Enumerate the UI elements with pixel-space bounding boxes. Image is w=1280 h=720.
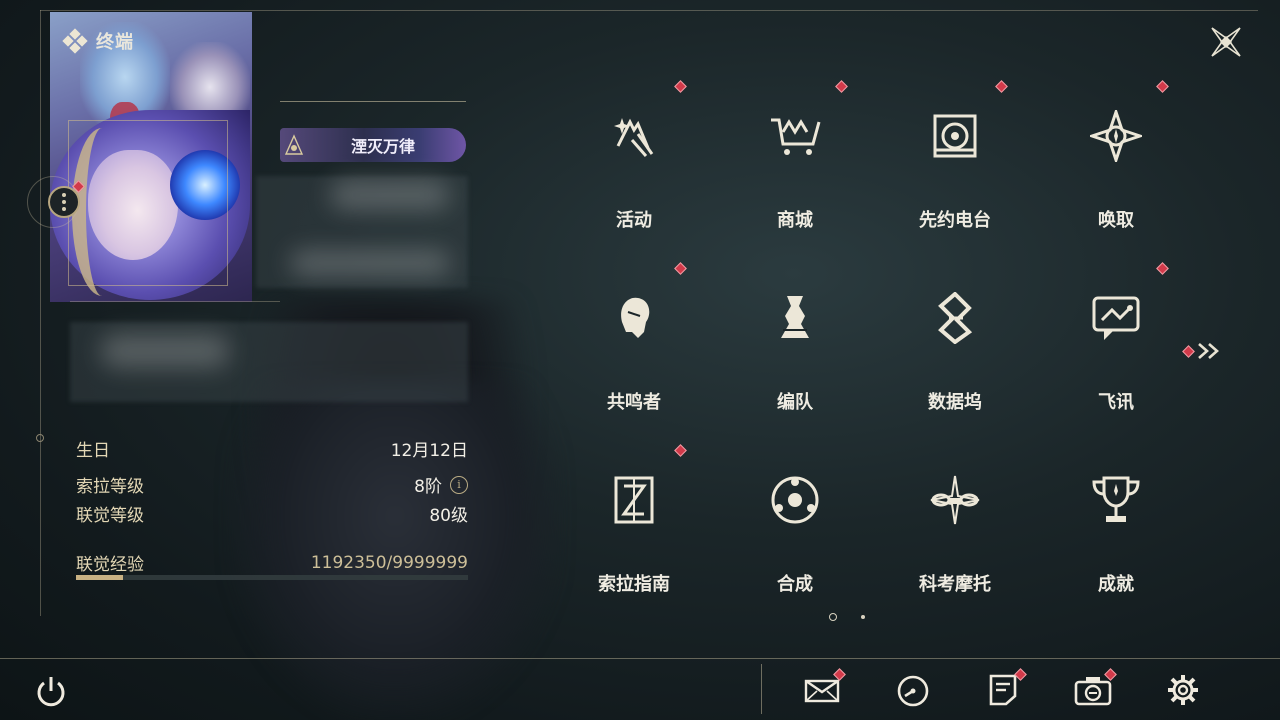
menu-item-events[interactable]: 活动 bbox=[564, 80, 704, 260]
menu-item-team-chess[interactable]: 编队 bbox=[725, 292, 865, 442]
history-button[interactable] bbox=[894, 672, 932, 708]
birthday-value: 12月12日 bbox=[390, 441, 468, 461]
mail-button[interactable] bbox=[803, 668, 846, 708]
page-indicator-1[interactable] bbox=[829, 613, 837, 621]
redacted-signature-blur bbox=[100, 334, 230, 368]
union-level-value: 80级 bbox=[429, 506, 468, 526]
menu-item-label: 索拉指南 bbox=[598, 574, 670, 595]
menu-item-trophy[interactable]: 成就 bbox=[1046, 474, 1186, 624]
menu-item-label: 商城 bbox=[777, 210, 813, 231]
motorcycle-icon bbox=[929, 474, 981, 526]
menu-item-badge bbox=[995, 80, 1008, 93]
union-exp-progress-fill bbox=[76, 575, 123, 580]
sora-level-value: 8阶 bbox=[414, 477, 442, 497]
menu-item-resonator[interactable]: 共鸣者 bbox=[564, 262, 704, 442]
menu-item-guidebook[interactable]: 索拉指南 bbox=[564, 444, 704, 624]
menu-item-badge bbox=[1156, 262, 1169, 275]
stat-birthday: 生日 12月12日 bbox=[76, 436, 468, 461]
menu-item-convene[interactable]: 唤取 bbox=[1046, 80, 1186, 260]
power-button[interactable] bbox=[34, 674, 68, 710]
union-level-label: 联觉等级 bbox=[76, 506, 144, 526]
menu-item-synthesis[interactable]: 合成 bbox=[725, 474, 865, 624]
menu-item-label: 科考摩托 bbox=[919, 574, 991, 595]
bottom-divider bbox=[761, 664, 762, 714]
menu-item-label: 数据坞 bbox=[928, 392, 982, 413]
next-page-button[interactable] bbox=[1182, 340, 1224, 362]
menu-item-badge bbox=[1156, 80, 1169, 93]
settings-button[interactable] bbox=[1164, 672, 1202, 708]
menu-item-label: 活动 bbox=[616, 210, 652, 231]
title-divider bbox=[280, 101, 466, 102]
menu-item-label: 合成 bbox=[777, 574, 813, 595]
team-chess-icon bbox=[769, 292, 821, 344]
menu-item-badge bbox=[674, 444, 687, 457]
close-icon bbox=[1211, 27, 1241, 57]
data-bank-icon bbox=[929, 291, 981, 345]
events-icon bbox=[608, 110, 660, 162]
menu-item-label: 先约电台 bbox=[919, 210, 991, 231]
union-exp-value: 1192350/9999999 bbox=[310, 552, 468, 573]
menu-item-badge bbox=[835, 80, 848, 93]
convene-icon bbox=[1087, 107, 1145, 165]
menu-item-badge bbox=[674, 80, 687, 93]
terminal-header: 终端 bbox=[62, 28, 134, 54]
power-icon bbox=[37, 677, 65, 707]
synthesis-icon bbox=[769, 474, 821, 526]
avatar-frame bbox=[68, 120, 228, 286]
title-badge[interactable]: 湮灭万律 bbox=[280, 128, 466, 162]
menu-item-motorcycle[interactable]: 科考摩托 bbox=[885, 474, 1025, 624]
menu-item-message[interactable]: 飞讯 bbox=[1046, 262, 1186, 442]
menu-item-label: 共鸣者 bbox=[607, 392, 661, 413]
birthday-label: 生日 bbox=[76, 441, 110, 461]
menu-item-label: 唤取 bbox=[1098, 210, 1134, 231]
stats-side-ornament bbox=[36, 434, 44, 442]
page-title: 终端 bbox=[96, 32, 134, 53]
info-icon[interactable]: i bbox=[450, 475, 468, 494]
next-page-badge bbox=[1182, 344, 1195, 358]
profile-more-button[interactable] bbox=[48, 186, 80, 218]
menu-item-badge bbox=[674, 262, 687, 275]
union-exp-label: 联觉经验 bbox=[76, 555, 144, 575]
stat-union-exp: 联觉经验 1192350/9999999 bbox=[76, 550, 468, 576]
camera-button[interactable] bbox=[1074, 668, 1117, 708]
menu-item-radio[interactable]: 先约电台 bbox=[885, 80, 1025, 260]
message-icon bbox=[1090, 292, 1142, 344]
frame-line-left bbox=[40, 10, 41, 616]
menu-item-label: 飞讯 bbox=[1098, 392, 1134, 413]
stat-sora-level: 索拉等级 8阶 i bbox=[76, 472, 468, 497]
guidebook-icon bbox=[608, 474, 660, 526]
sora-level-value-wrap: 8阶 i bbox=[414, 472, 468, 497]
menu-item-label: 成就 bbox=[1098, 574, 1134, 595]
page-indicator-2[interactable] bbox=[861, 615, 865, 619]
radio-icon bbox=[929, 110, 981, 162]
close-button[interactable] bbox=[1206, 22, 1246, 62]
menu-item-shop-cart[interactable]: 商城 bbox=[725, 80, 865, 260]
resonator-icon bbox=[608, 292, 660, 344]
frame-line-top bbox=[40, 10, 1258, 11]
sora-level-label: 索拉等级 bbox=[76, 477, 144, 497]
notice-button[interactable] bbox=[984, 668, 1027, 708]
shop-cart-icon bbox=[769, 110, 821, 162]
union-exp-progress-bar bbox=[76, 575, 468, 580]
settings-gear-icon bbox=[1168, 675, 1198, 705]
profile-separator bbox=[70, 301, 280, 302]
trophy-icon bbox=[1090, 474, 1142, 526]
title-badge-label: 湮灭万律 bbox=[350, 137, 415, 156]
stat-union-level: 联觉等级 80级 bbox=[76, 501, 468, 526]
clock-icon bbox=[897, 675, 929, 707]
frame-line-bottom bbox=[0, 658, 1280, 659]
menu-item-label: 编队 bbox=[777, 392, 813, 413]
redacted-name-blur bbox=[330, 180, 450, 210]
double-chevron-right-icon bbox=[1198, 343, 1219, 359]
menu-item-data-bank[interactable]: 数据坞 bbox=[885, 291, 1025, 442]
title-badge-ornament-icon bbox=[284, 134, 304, 155]
terminal-diamond-icon bbox=[62, 28, 88, 54]
redacted-id-blur bbox=[290, 250, 450, 276]
